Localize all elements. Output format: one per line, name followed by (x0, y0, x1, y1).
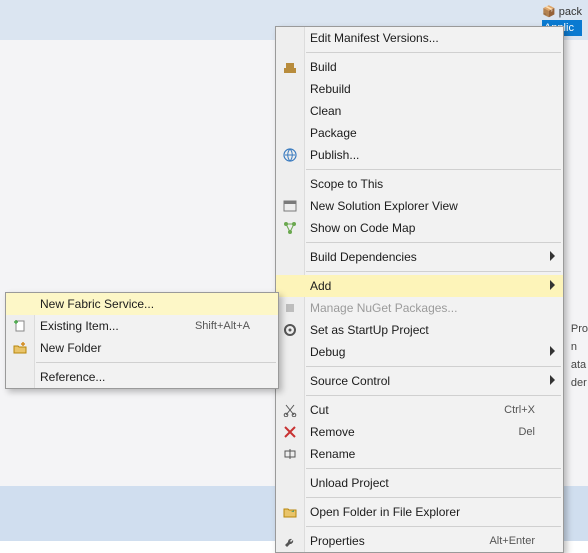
menu-label: Existing Item... (40, 319, 119, 333)
menu-label: Cut (310, 403, 329, 417)
cut-icon (281, 401, 299, 419)
menu-source-control[interactable]: Source Control (276, 370, 563, 392)
submenu-arrow-icon (549, 279, 557, 291)
menu-clean[interactable]: Clean (276, 100, 563, 122)
code-map-icon (281, 219, 299, 237)
submenu-arrow-icon (549, 250, 557, 262)
menu-label: Source Control (310, 374, 390, 388)
existing-item-icon (11, 317, 29, 335)
wrench-icon (281, 532, 299, 550)
folder-open-icon (281, 503, 299, 521)
menu-label: Add (310, 279, 331, 293)
menu-rebuild[interactable]: Rebuild (276, 78, 563, 100)
menu-separator (36, 362, 276, 363)
submenu-new-folder[interactable]: New Folder (6, 337, 278, 359)
new-folder-icon (11, 339, 29, 357)
menu-label: Properties (310, 534, 365, 548)
menu-label: Open Folder in File Explorer (310, 505, 460, 519)
menu-separator (306, 271, 561, 272)
menu-publish[interactable]: Publish... (276, 144, 563, 166)
menu-remove[interactable]: Remove Del (276, 421, 563, 443)
publish-icon (281, 146, 299, 164)
menu-new-solution-explorer[interactable]: New Solution Explorer View (276, 195, 563, 217)
menu-add[interactable]: Add (276, 275, 563, 297)
menu-label: Reference... (40, 370, 105, 384)
menu-label: Remove (310, 425, 355, 439)
menu-properties[interactable]: Properties Alt+Enter (276, 530, 563, 552)
menu-separator (306, 468, 561, 469)
menu-label: Rename (310, 447, 355, 461)
menu-edit-manifest[interactable]: Edit Manifest Versions... (276, 27, 563, 49)
menu-open-folder[interactable]: Open Folder in File Explorer (276, 501, 563, 523)
gear-icon (281, 321, 299, 339)
menu-label: Show on Code Map (310, 221, 415, 235)
project-context-menu: Edit Manifest Versions... Build Rebuild … (275, 26, 564, 553)
menu-debug[interactable]: Debug (276, 341, 563, 363)
submenu-new-fabric-service[interactable]: New Fabric Service... (6, 293, 278, 315)
menu-set-startup[interactable]: Set as StartUp Project (276, 319, 563, 341)
menu-manage-nuget[interactable]: Manage NuGet Packages... (276, 297, 563, 319)
menu-label: New Solution Explorer View (310, 199, 458, 213)
window-icon (281, 197, 299, 215)
menu-separator (306, 497, 561, 498)
shortcut-label: Shift+Alt+A (195, 315, 250, 337)
menu-label: Debug (310, 345, 345, 359)
menu-label: Publish... (310, 148, 359, 162)
menu-show-code-map[interactable]: Show on Code Map (276, 217, 563, 239)
build-icon (281, 58, 299, 76)
rename-icon (281, 445, 299, 463)
submenu-arrow-icon (549, 345, 557, 357)
menu-label: Rebuild (310, 82, 351, 96)
menu-package[interactable]: Package (276, 122, 563, 144)
menu-separator (306, 526, 561, 527)
menu-separator (306, 366, 561, 367)
shortcut-label: Ctrl+X (504, 399, 535, 421)
menu-unload-project[interactable]: Unload Project (276, 472, 563, 494)
menu-label: Build Dependencies (310, 250, 417, 264)
submenu-reference[interactable]: Reference... (6, 366, 278, 388)
nuget-icon (281, 299, 299, 317)
menu-build-dependencies[interactable]: Build Dependencies (276, 246, 563, 268)
menu-separator (306, 395, 561, 396)
remove-icon (281, 423, 299, 441)
right-panel-fragment: Pro nata der (571, 320, 588, 392)
menu-label: Scope to This (310, 177, 383, 191)
menu-label: New Folder (40, 341, 101, 355)
menu-label: Set as StartUp Project (310, 323, 429, 337)
menu-label: Edit Manifest Versions... (310, 31, 439, 45)
menu-build[interactable]: Build (276, 56, 563, 78)
menu-rename[interactable]: Rename (276, 443, 563, 465)
menu-label: Unload Project (310, 476, 389, 490)
menu-label: Manage NuGet Packages... (310, 301, 457, 315)
menu-label: Package (310, 126, 357, 140)
menu-cut[interactable]: Cut Ctrl+X (276, 399, 563, 421)
shortcut-label: Del (518, 421, 535, 443)
menu-separator (306, 169, 561, 170)
add-submenu: New Fabric Service... Existing Item... S… (5, 292, 279, 389)
menu-scope-to-this[interactable]: Scope to This (276, 173, 563, 195)
menu-separator (306, 242, 561, 243)
submenu-arrow-icon (549, 374, 557, 386)
menu-label: Clean (310, 104, 341, 118)
shortcut-label: Alt+Enter (489, 530, 535, 552)
menu-label: Build (310, 60, 337, 74)
menu-separator (306, 52, 561, 53)
submenu-existing-item[interactable]: Existing Item... Shift+Alt+A (6, 315, 278, 337)
menu-label: New Fabric Service... (40, 297, 154, 311)
